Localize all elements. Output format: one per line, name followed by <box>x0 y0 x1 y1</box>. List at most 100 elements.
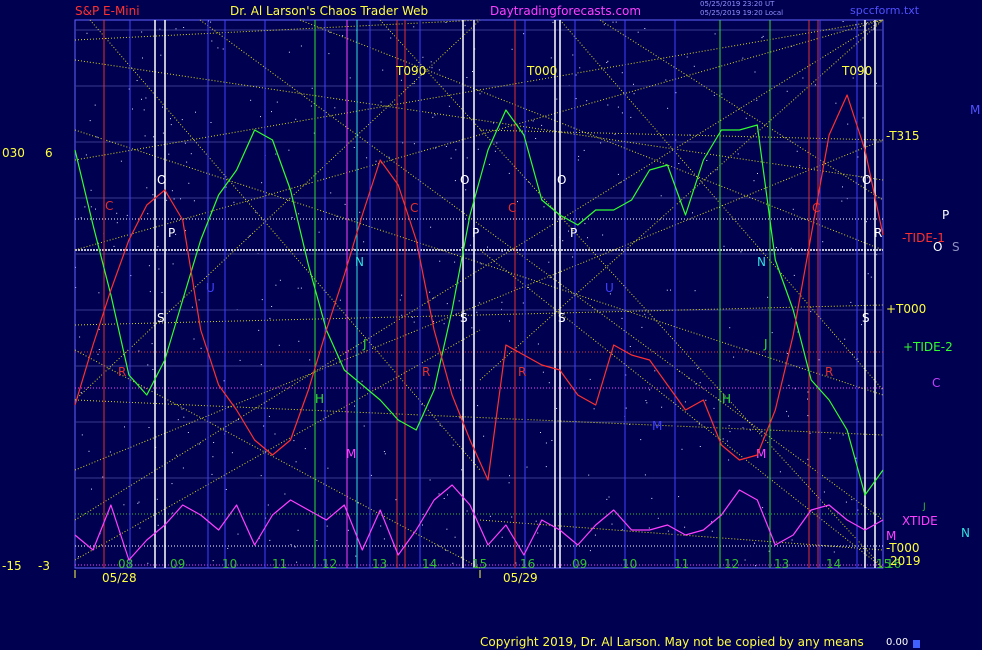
star-dot <box>754 542 755 544</box>
star-dot <box>255 211 257 213</box>
star-dot <box>210 21 212 23</box>
star-dot <box>210 122 212 123</box>
star-dot <box>271 306 273 307</box>
star-dot <box>184 142 186 144</box>
x-tick-label: 09 <box>170 557 185 571</box>
star-dot <box>761 37 763 39</box>
star-dot <box>94 104 96 106</box>
star-dot <box>814 84 816 86</box>
star-dot <box>711 530 713 532</box>
star-dot <box>458 300 460 302</box>
star-dot <box>842 434 844 436</box>
star-dot <box>614 133 616 135</box>
star-dot <box>606 62 608 63</box>
star-dot <box>593 408 595 410</box>
event-letter: N <box>355 255 364 269</box>
star-dot <box>318 231 320 233</box>
star-dot <box>757 173 758 174</box>
cycle-lines <box>74 19 884 569</box>
star-dot <box>327 467 329 469</box>
star-dot <box>699 382 701 384</box>
star-dot <box>654 370 656 372</box>
x-tick-label: 14 <box>422 557 437 571</box>
site-link[interactable]: Daytradingforecasts.com <box>490 5 641 17</box>
star-dot <box>742 57 744 59</box>
star-dot <box>145 97 147 99</box>
star-dot <box>175 28 177 30</box>
star-dot <box>479 93 481 95</box>
star-dot <box>744 559 746 561</box>
star-dot <box>612 21 614 23</box>
star-dot <box>329 31 331 33</box>
star-dot <box>137 502 139 504</box>
star-dot <box>621 112 623 114</box>
star-dot <box>433 321 434 323</box>
star-dot <box>446 528 448 530</box>
star-dot <box>297 529 299 531</box>
star-dot <box>577 159 579 161</box>
star-dot <box>213 442 215 443</box>
star-dot <box>508 482 510 484</box>
star-dot <box>509 320 510 322</box>
star-dot <box>294 546 296 548</box>
star-dot <box>641 326 643 328</box>
star-dot <box>138 350 140 352</box>
star-dot <box>851 499 853 501</box>
star-dot <box>97 353 99 355</box>
star-dot <box>454 180 456 182</box>
star-dot <box>788 384 790 386</box>
star-dot <box>535 520 537 522</box>
footer-value: 0.00 <box>886 637 909 648</box>
star-dot <box>862 117 864 119</box>
star-dot <box>775 247 777 248</box>
star-dot <box>542 371 544 373</box>
star-dot <box>193 338 195 340</box>
star-dot <box>649 389 651 391</box>
right-t000-upper: +T000 <box>886 302 927 316</box>
star-dot <box>586 100 588 102</box>
date-label-2: 05/29 <box>503 571 538 585</box>
star-dot <box>537 532 539 534</box>
event-letter: C <box>410 201 418 215</box>
star-dot <box>267 504 269 506</box>
star-dot <box>353 147 355 148</box>
star-dot <box>295 461 297 463</box>
top-marker: T000 <box>526 64 557 78</box>
star-dot <box>480 263 482 265</box>
star-dot <box>845 501 847 503</box>
star-dot <box>876 82 877 84</box>
star-dot <box>791 539 793 541</box>
star-dot <box>733 356 735 358</box>
star-dot <box>326 525 328 527</box>
star-dot <box>149 291 151 293</box>
star-dot <box>98 328 100 330</box>
star-dot <box>124 426 125 428</box>
star-dot <box>568 230 569 232</box>
star-dot <box>545 442 547 444</box>
star-dot <box>225 489 227 490</box>
star-dot <box>152 194 154 196</box>
star-dot <box>354 405 355 407</box>
star-dot <box>422 524 423 526</box>
star-dot <box>173 198 175 200</box>
event-letter: R <box>518 365 526 379</box>
star-dot <box>847 123 849 125</box>
star-dot <box>445 22 447 23</box>
series-lines <box>74 94 884 561</box>
star-dot <box>260 475 262 477</box>
star-dot <box>829 438 831 440</box>
right-m-top: M <box>970 103 981 117</box>
scale-top-right: 6 <box>45 146 53 160</box>
star-dot <box>477 405 479 407</box>
star-dot <box>600 142 602 144</box>
star-dot <box>540 432 541 433</box>
star-dot <box>186 161 188 163</box>
star-dot <box>706 160 708 161</box>
star-dot <box>621 317 623 319</box>
star-dot <box>488 163 490 165</box>
star-dot <box>850 301 852 303</box>
star-dot <box>699 446 701 447</box>
star-dot <box>176 454 178 456</box>
star-dot <box>621 72 623 74</box>
star-dot <box>842 21 844 22</box>
